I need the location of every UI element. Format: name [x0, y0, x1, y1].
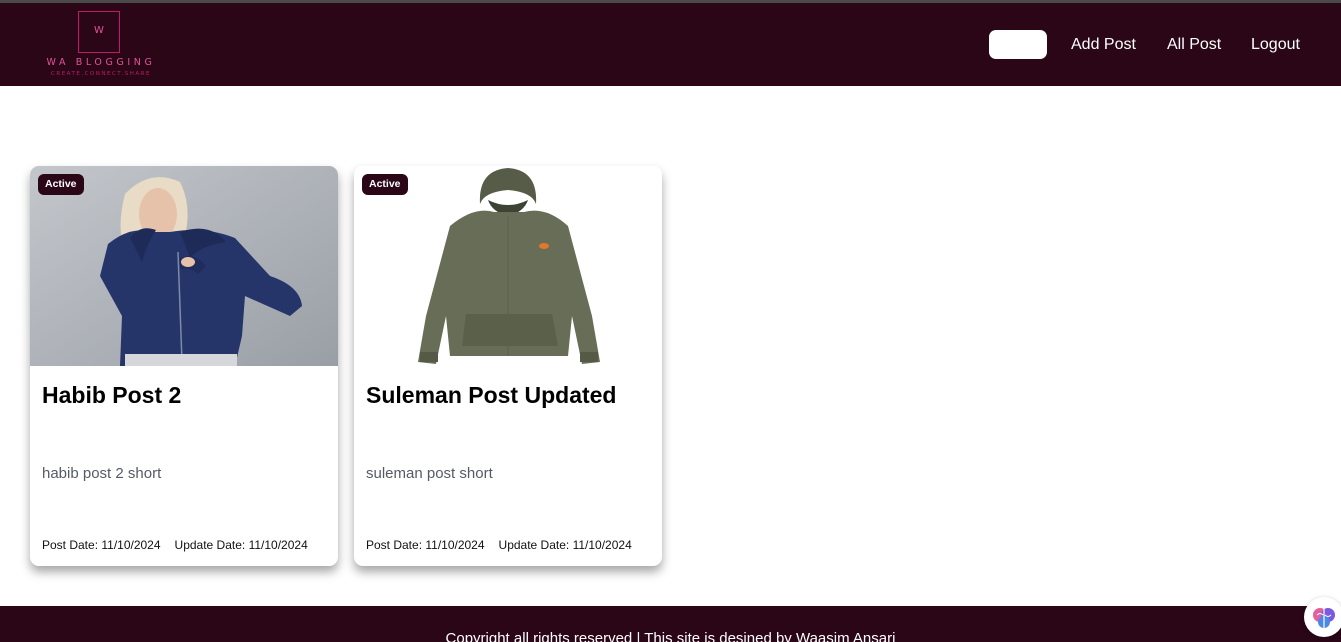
post-card[interactable]: Active Suleman Post Updated suleman post…	[354, 166, 662, 566]
nav-add-post-link[interactable]: Add Post	[1071, 36, 1136, 54]
post-dates: Post Date: 11/10/2024 Update Date: 11/10/…	[366, 538, 632, 552]
post-date: Post Date: 11/10/2024	[366, 538, 485, 552]
post-title[interactable]: Habib Post 2	[42, 382, 181, 409]
post-short-description: suleman post short	[366, 465, 493, 482]
post-image	[30, 166, 338, 366]
footer-copyright: Copyright all rights reserved | This sit…	[445, 630, 896, 642]
post-card[interactable]: Active Habib Post 2 habib post 2 short P…	[30, 166, 338, 566]
logo-name: WA BLOGGING	[46, 57, 156, 68]
status-badge: Active	[362, 174, 408, 195]
footer: Copyright all rights reserved | This sit…	[0, 606, 1341, 642]
post-dates: Post Date: 11/10/2024 Update Date: 11/10/…	[42, 538, 308, 552]
blank-nav-button[interactable]	[989, 30, 1047, 59]
nav-logout-link[interactable]: Logout	[1251, 36, 1300, 54]
post-title[interactable]: Suleman Post Updated	[366, 382, 616, 409]
post-date: Post Date: 11/10/2024	[42, 538, 161, 552]
site-logo[interactable]: W WA BLOGGING CREATE.CONNECT.SHARE	[36, 9, 166, 83]
floating-widget-button[interactable]	[1304, 597, 1341, 637]
update-date: Update Date: 11/10/2024	[174, 538, 308, 552]
logo-frame: W	[78, 11, 120, 53]
brain-icon	[1313, 608, 1335, 628]
post-image	[354, 166, 662, 366]
status-badge: Active	[38, 174, 84, 195]
update-date: Update Date: 11/10/2024	[498, 538, 632, 552]
logo-letter: W	[94, 25, 104, 36]
nav-all-post-link[interactable]: All Post	[1167, 36, 1221, 54]
navbar: W WA BLOGGING CREATE.CONNECT.SHARE Add P…	[0, 3, 1341, 86]
post-short-description: habib post 2 short	[42, 465, 162, 482]
logo-tagline: CREATE.CONNECT.SHARE	[51, 71, 151, 77]
